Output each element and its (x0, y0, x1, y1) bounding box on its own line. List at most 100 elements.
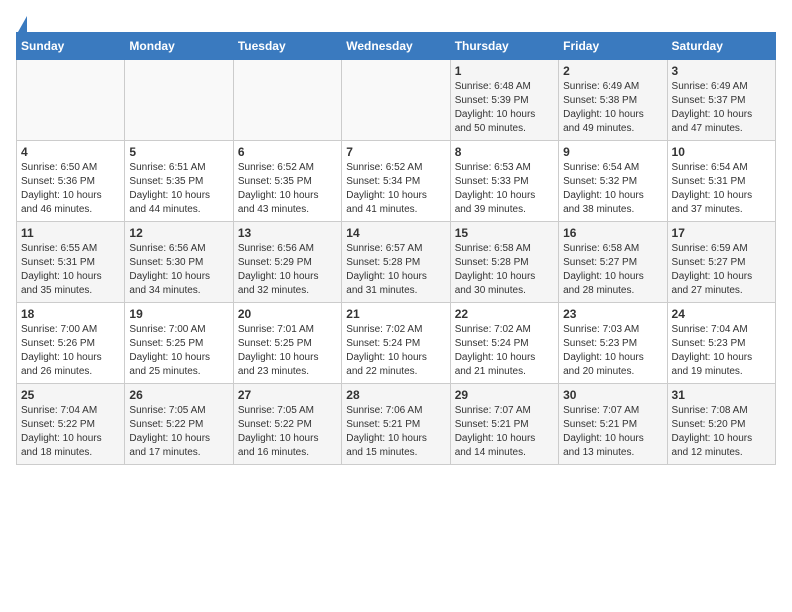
calendar-week-4: 18 Sunrise: 7:00 AM Sunset: 5:26 PM Dayli… (17, 303, 776, 384)
day-number: 16 (563, 226, 662, 240)
day-number: 22 (455, 307, 554, 321)
day-number: 1 (455, 64, 554, 78)
day-number: 23 (563, 307, 662, 321)
calendar-cell: 19Sunrise: 7:00 AM Sunset: 5:25 PM Dayli… (125, 303, 233, 384)
day-number: 8 (455, 145, 554, 159)
calendar-cell: 29 Sunrise: 7:07 AM Sunset: 5:21 PM Dayli… (450, 384, 558, 465)
calendar-cell (233, 60, 341, 141)
day-info: Sunrise: 7:04 AM Sunset: 5:23 PM Dayligh… (672, 323, 771, 379)
day-number: 28 (346, 388, 445, 402)
calendar-cell: 6 Sunrise: 6:52 AM Sunset: 5:35 PM Daylig… (233, 141, 341, 222)
calendar-cell: 23Sunrise: 7:03 AM Sunset: 5:23 PM Dayli… (559, 303, 667, 384)
calendar-cell: 10 Sunrise: 6:54 AM Sunset: 5:31 PM Dayli… (667, 141, 775, 222)
day-number: 6 (238, 145, 337, 159)
day-info: Sunrise: 7:01 AM Sunset: 5:25 PM Dayligh… (238, 323, 337, 379)
day-info: Sunrise: 6:52 AM Sunset: 5:35 PM Dayligh… (238, 161, 337, 217)
day-info: Sunrise: 7:05 AM Sunset: 5:22 PM Dayligh… (129, 404, 228, 460)
calendar-cell: 25Sunrise: 7:04 AM Sunset: 5:22 PM Dayli… (17, 384, 125, 465)
calendar-cell: 26 Sunrise: 7:05 AM Sunset: 5:22 PM Dayli… (125, 384, 233, 465)
calendar-cell: 17 Sunrise: 6:59 AM Sunset: 5:27 PM Dayli… (667, 222, 775, 303)
header-sunday: Sunday (17, 33, 125, 60)
day-info: Sunrise: 6:49 AM Sunset: 5:38 PM Dayligh… (563, 80, 662, 136)
day-number: 29 (455, 388, 554, 402)
day-info: Sunrise: 6:51 AM Sunset: 5:35 PM Dayligh… (129, 161, 228, 217)
day-info: Sunrise: 6:50 AM Sunset: 5:36 PM Dayligh… (21, 161, 120, 217)
calendar-week-3: 11Sunrise: 6:55 AM Sunset: 5:31 PM Dayli… (17, 222, 776, 303)
day-number: 15 (455, 226, 554, 240)
page-header (16, 16, 776, 28)
day-number: 13 (238, 226, 337, 240)
day-info: Sunrise: 6:49 AM Sunset: 5:37 PM Dayligh… (672, 80, 771, 136)
calendar-cell: 13Sunrise: 6:56 AM Sunset: 5:29 PM Dayli… (233, 222, 341, 303)
header-wednesday: Wednesday (342, 33, 450, 60)
day-number: 14 (346, 226, 445, 240)
calendar-cell: 8 Sunrise: 6:53 AM Sunset: 5:33 PM Daylig… (450, 141, 558, 222)
calendar-cell: 22 Sunrise: 7:02 AM Sunset: 5:24 PM Dayli… (450, 303, 558, 384)
logo-triangle-icon (18, 16, 27, 32)
day-number: 25 (21, 388, 120, 402)
calendar-week-1: 1 Sunrise: 6:48 AM Sunset: 5:39 PM Daylig… (17, 60, 776, 141)
calendar-cell: 24Sunrise: 7:04 AM Sunset: 5:23 PM Dayli… (667, 303, 775, 384)
day-info: Sunrise: 7:07 AM Sunset: 5:21 PM Dayligh… (455, 404, 554, 460)
calendar-cell: 9Sunrise: 6:54 AM Sunset: 5:32 PM Daylig… (559, 141, 667, 222)
calendar-cell: 21 Sunrise: 7:02 AM Sunset: 5:24 PM Dayli… (342, 303, 450, 384)
header-thursday: Thursday (450, 33, 558, 60)
day-number: 12 (129, 226, 228, 240)
calendar-cell: 11Sunrise: 6:55 AM Sunset: 5:31 PM Dayli… (17, 222, 125, 303)
calendar-cell: 28 Sunrise: 7:06 AM Sunset: 5:21 PM Dayli… (342, 384, 450, 465)
day-info: Sunrise: 6:52 AM Sunset: 5:34 PM Dayligh… (346, 161, 445, 217)
day-number: 18 (21, 307, 120, 321)
calendar-cell: 7 Sunrise: 6:52 AM Sunset: 5:34 PM Daylig… (342, 141, 450, 222)
calendar-cell: 3Sunrise: 6:49 AM Sunset: 5:37 PM Daylig… (667, 60, 775, 141)
calendar-cell: 27 Sunrise: 7:05 AM Sunset: 5:22 PM Dayli… (233, 384, 341, 465)
day-number: 17 (672, 226, 771, 240)
day-number: 26 (129, 388, 228, 402)
calendar-cell (342, 60, 450, 141)
day-number: 21 (346, 307, 445, 321)
day-info: Sunrise: 7:07 AM Sunset: 5:21 PM Dayligh… (563, 404, 662, 460)
calendar-cell: 2 Sunrise: 6:49 AM Sunset: 5:38 PM Daylig… (559, 60, 667, 141)
day-info: Sunrise: 6:54 AM Sunset: 5:32 PM Dayligh… (563, 161, 662, 217)
calendar-cell (125, 60, 233, 141)
day-info: Sunrise: 7:06 AM Sunset: 5:21 PM Dayligh… (346, 404, 445, 460)
calendar-cell: 31 Sunrise: 7:08 AM Sunset: 5:20 PM Dayli… (667, 384, 775, 465)
day-info: Sunrise: 6:48 AM Sunset: 5:39 PM Dayligh… (455, 80, 554, 136)
day-info: Sunrise: 7:05 AM Sunset: 5:22 PM Dayligh… (238, 404, 337, 460)
calendar-cell: 15 Sunrise: 6:58 AM Sunset: 5:28 PM Dayli… (450, 222, 558, 303)
day-info: Sunrise: 7:00 AM Sunset: 5:26 PM Dayligh… (21, 323, 120, 379)
calendar-cell: 20Sunrise: 7:01 AM Sunset: 5:25 PM Dayli… (233, 303, 341, 384)
day-number: 31 (672, 388, 771, 402)
calendar-table: SundayMondayTuesdayWednesdayThursdayFrid… (16, 32, 776, 465)
day-number: 10 (672, 145, 771, 159)
calendar-week-5: 25Sunrise: 7:04 AM Sunset: 5:22 PM Dayli… (17, 384, 776, 465)
day-number: 2 (563, 64, 662, 78)
calendar-cell (17, 60, 125, 141)
calendar-cell: 4 Sunrise: 6:50 AM Sunset: 5:36 PM Daylig… (17, 141, 125, 222)
day-number: 11 (21, 226, 120, 240)
day-info: Sunrise: 6:57 AM Sunset: 5:28 PM Dayligh… (346, 242, 445, 298)
header-friday: Friday (559, 33, 667, 60)
day-number: 19 (129, 307, 228, 321)
day-number: 27 (238, 388, 337, 402)
calendar-cell: 18 Sunrise: 7:00 AM Sunset: 5:26 PM Dayli… (17, 303, 125, 384)
header-monday: Monday (125, 33, 233, 60)
day-info: Sunrise: 6:53 AM Sunset: 5:33 PM Dayligh… (455, 161, 554, 217)
day-info: Sunrise: 6:59 AM Sunset: 5:27 PM Dayligh… (672, 242, 771, 298)
day-info: Sunrise: 6:58 AM Sunset: 5:28 PM Dayligh… (455, 242, 554, 298)
calendar-header-row: SundayMondayTuesdayWednesdayThursdayFrid… (17, 33, 776, 60)
calendar-cell: 30Sunrise: 7:07 AM Sunset: 5:21 PM Dayli… (559, 384, 667, 465)
day-info: Sunrise: 6:56 AM Sunset: 5:30 PM Dayligh… (129, 242, 228, 298)
day-info: Sunrise: 6:58 AM Sunset: 5:27 PM Dayligh… (563, 242, 662, 298)
day-info: Sunrise: 7:08 AM Sunset: 5:20 PM Dayligh… (672, 404, 771, 460)
day-number: 7 (346, 145, 445, 159)
day-info: Sunrise: 6:54 AM Sunset: 5:31 PM Dayligh… (672, 161, 771, 217)
calendar-cell: 1 Sunrise: 6:48 AM Sunset: 5:39 PM Daylig… (450, 60, 558, 141)
day-info: Sunrise: 7:02 AM Sunset: 5:24 PM Dayligh… (346, 323, 445, 379)
calendar-cell: 12 Sunrise: 6:56 AM Sunset: 5:30 PM Dayli… (125, 222, 233, 303)
day-info: Sunrise: 7:02 AM Sunset: 5:24 PM Dayligh… (455, 323, 554, 379)
calendar-cell: 5 Sunrise: 6:51 AM Sunset: 5:35 PM Daylig… (125, 141, 233, 222)
header-saturday: Saturday (667, 33, 775, 60)
day-number: 5 (129, 145, 228, 159)
calendar-cell: 16 Sunrise: 6:58 AM Sunset: 5:27 PM Dayli… (559, 222, 667, 303)
day-number: 4 (21, 145, 120, 159)
